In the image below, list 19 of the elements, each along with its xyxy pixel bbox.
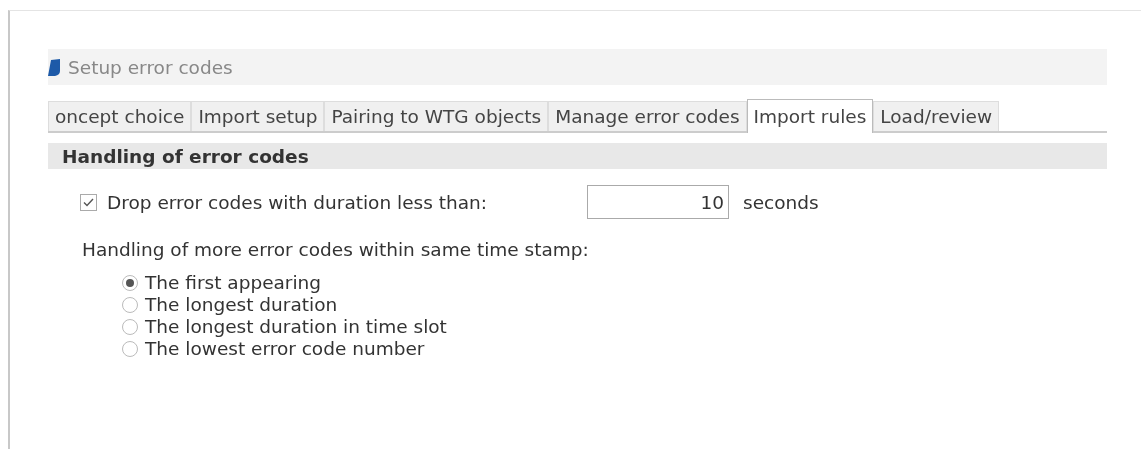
radio-label: The first appearing xyxy=(145,272,322,293)
app-logo-icon xyxy=(48,58,60,76)
tab[interactable]: Import rules xyxy=(746,99,874,133)
checkbox[interactable] xyxy=(80,193,97,211)
duration-field[interactable]: 10 xyxy=(587,185,729,219)
tab[interactable]: Import setup xyxy=(191,101,325,131)
tab[interactable]: Pairing to WTG objects xyxy=(324,101,549,131)
check-mark-icon xyxy=(83,197,94,207)
radio-label: The longest duration in time slot xyxy=(145,316,447,337)
tab[interactable]: Load/review xyxy=(873,101,1000,131)
group-label: Handling of more error codes within same time stamp: xyxy=(82,239,589,260)
radio-label: The lowest error code number xyxy=(145,338,425,359)
window-title: Setup error codes xyxy=(68,56,233,78)
checkbox-label: Drop error codes with duration less than: xyxy=(107,191,487,213)
radio-label: The longest duration xyxy=(145,294,338,315)
unit-label: seconds xyxy=(743,191,819,213)
tab[interactable]: oncept choice xyxy=(48,101,192,131)
tab[interactable]: Manage error codes xyxy=(548,101,747,131)
section-title: Handling of error codes xyxy=(61,145,309,167)
